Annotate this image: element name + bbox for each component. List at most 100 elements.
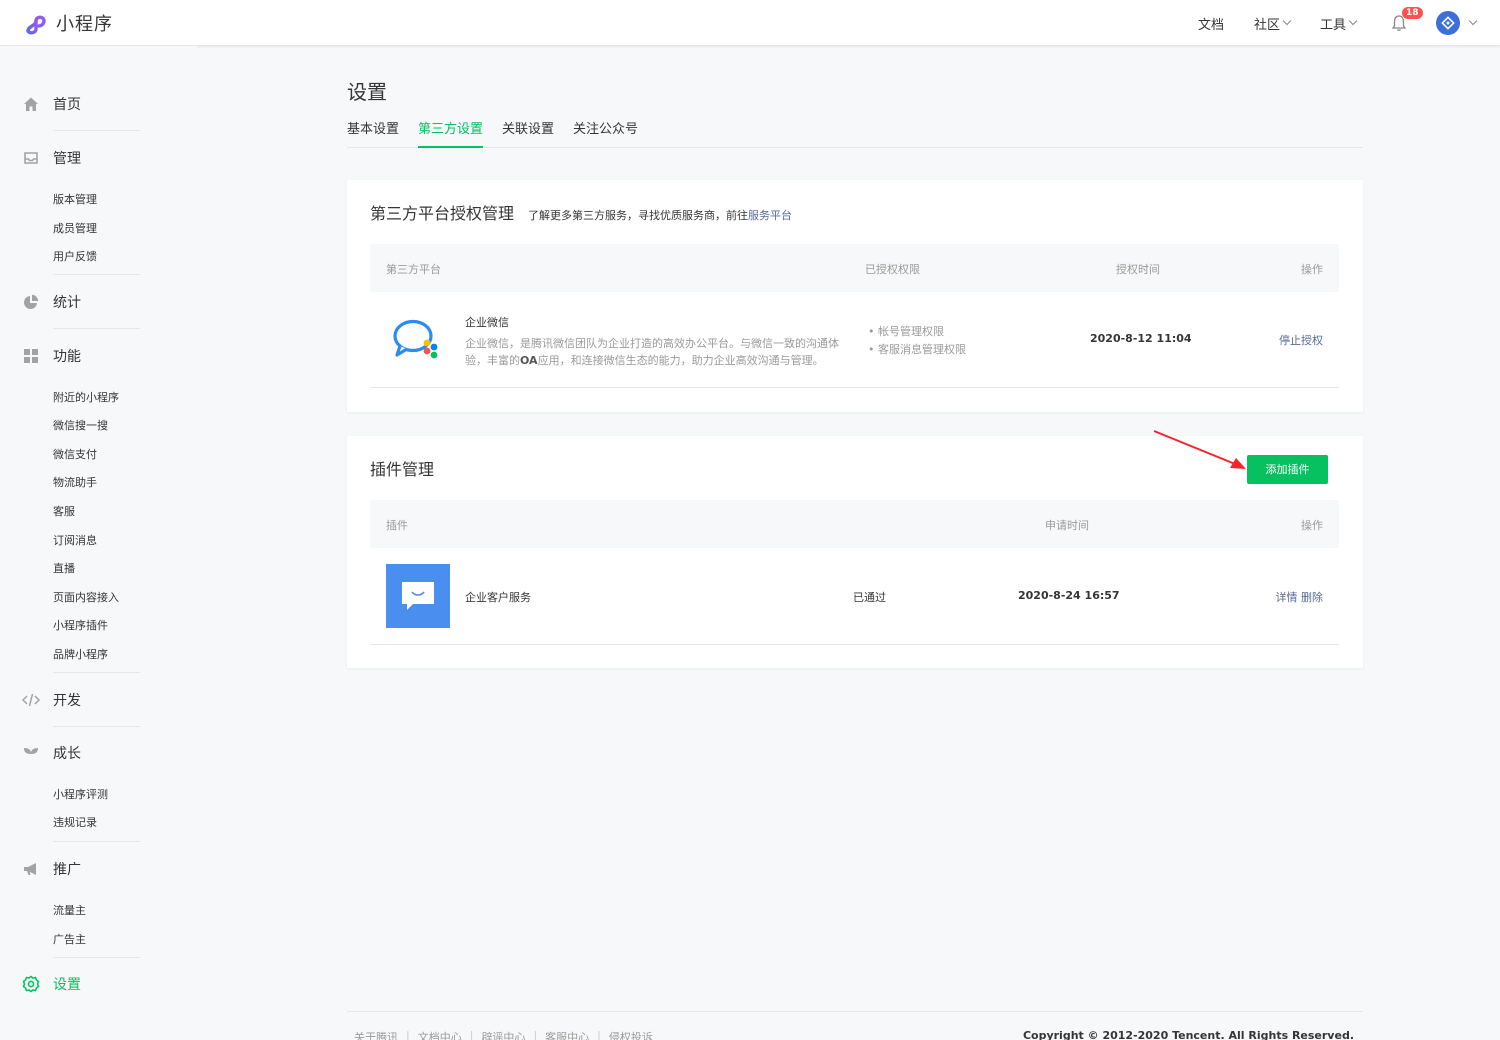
sidebar-item-home[interactable]: 首页 [22, 94, 140, 114]
table-row: 企业微信 企业微信，是腾讯微信团队为企业打造的高效办公平台。与微信一致的沟通体 … [370, 292, 1339, 388]
sidebar-item-violations[interactable]: 违规记录 [53, 814, 97, 830]
sidebar-item-plugins[interactable]: 小程序插件 [53, 617, 108, 633]
sidebar-item-label: 成长 [53, 746, 81, 762]
sidebar-item-label: 管理 [53, 151, 81, 167]
tab-third-party-settings[interactable]: 第三方设置 [418, 122, 484, 148]
third-party-card: 第三方平台授权管理 了解更多第三方服务，寻找优质服务商，前往服务平台 第三方平台… [347, 180, 1363, 412]
sidebar-item-logistics[interactable]: 物流助手 [53, 474, 97, 490]
description-text: 应用，和连接微信生态的能力，助力企业高效沟通与管理。 [537, 354, 824, 367]
apply-time: 2020-8-24 16:57 [1018, 589, 1120, 602]
footer-link-infringement[interactable]: 侵权投诉 [609, 1029, 653, 1040]
card-title: 插件管理 [370, 460, 435, 479]
column-header: 已授权权限 [865, 263, 920, 276]
chevron-down-icon [1282, 16, 1292, 26]
sidebar-item-user-feedback[interactable]: 用户反馈 [53, 248, 97, 264]
card-description-text: 了解更多第三方服务，寻找优质服务商，前往 [528, 209, 749, 222]
sidebar-item-manage[interactable]: 管理 [22, 148, 140, 168]
notification-badge: 18 [1402, 7, 1423, 19]
sidebar-item-pay[interactable]: 微信支付 [53, 446, 97, 462]
sidebar-item-customer-service[interactable]: 客服 [53, 503, 75, 519]
divider [53, 841, 140, 842]
column-header: 第三方平台 [386, 263, 441, 276]
column-header: 操作 [1301, 263, 1323, 276]
footer-link-support[interactable]: 客服中心 [545, 1029, 589, 1040]
sidebar-item-traffic-owner[interactable]: 流量主 [53, 902, 86, 918]
description-text: 验，丰富的 [465, 354, 520, 367]
footer-link-about[interactable]: 关于腾讯 [354, 1029, 398, 1040]
tab-basic-settings[interactable]: 基本设置 [347, 122, 399, 148]
sidebar-item-version-manage[interactable]: 版本管理 [53, 191, 97, 207]
chevron-down-icon [1348, 16, 1358, 26]
plugin-name: 企业客户服务 [465, 591, 531, 604]
sprout-icon [22, 744, 40, 762]
permission-label: 帐号管理权限 [878, 325, 944, 338]
footer-link-docs[interactable]: 文档中心 [418, 1029, 462, 1040]
permissions-list: • 帐号管理权限 • 客服消息管理权限 [868, 323, 966, 359]
top-nav: 文档 社区 工具 18 [1168, 0, 1478, 46]
pie-chart-icon [22, 293, 40, 311]
sidebar-item-search[interactable]: 微信搜一搜 [53, 417, 108, 433]
tab-follow-official-account[interactable]: 关注公众号 [573, 122, 638, 148]
sidebar-item-label: 开发 [53, 693, 81, 709]
service-platform-link[interactable]: 服务平台 [748, 209, 792, 222]
add-plugin-button[interactable]: 添加插件 [1247, 455, 1328, 484]
auth-time: 2020-8-12 11:04 [1090, 332, 1192, 345]
sidebar-item-brand[interactable]: 品牌小程序 [53, 646, 108, 662]
description-line: 企业微信，是腾讯微信团队为企业打造的高效办公平台。与微信一致的沟通体 [465, 337, 839, 350]
footer-links: 关于腾讯 | 文档中心 | 辟谣中心 | 客服中心 | 侵权投诉 [354, 1029, 661, 1040]
sidebar-item-review[interactable]: 小程序评测 [53, 786, 108, 802]
notification-button[interactable]: 18 [1390, 7, 1423, 32]
settings-tabs: 基本设置 第三方设置 关联设置 关注公众号 [347, 122, 1363, 148]
sidebar-item-advertiser[interactable]: 广告主 [53, 931, 86, 947]
avatar-menu-chevron-icon[interactable] [1468, 16, 1478, 26]
nav-community[interactable]: 社区 [1253, 14, 1292, 33]
sidebar-item-live[interactable]: 直播 [53, 560, 75, 576]
table-row: 企业客户服务 已通过 2020-8-24 16:57 详情 删除 [370, 548, 1339, 645]
sidebar-item-label: 功能 [53, 349, 81, 365]
column-header: 授权时间 [1116, 263, 1160, 276]
separator: | [597, 1029, 601, 1040]
table-header: 插件 申请时间 操作 [370, 500, 1339, 548]
sidebar-item-promote[interactable]: 推广 [22, 859, 140, 879]
nav-community-label: 社区 [1253, 17, 1280, 33]
mini-program-logo-icon [26, 15, 46, 35]
sidebar-item-member-manage[interactable]: 成员管理 [53, 220, 97, 236]
sidebar-item-label: 设置 [53, 977, 81, 993]
separator: | [406, 1029, 410, 1040]
avatar-logo-icon [1441, 16, 1455, 30]
stop-auth-link[interactable]: 停止授权 [1279, 332, 1323, 348]
table-header: 第三方平台 已授权权限 授权时间 操作 [370, 244, 1339, 292]
sidebar-item-settings[interactable]: 设置 [22, 974, 140, 994]
sidebar-nav: 首页 管理 版本管理 成员管理 用户反馈 统计 功能 附近的小程序 微信搜一搜 … [0, 46, 197, 1040]
gear-icon [22, 975, 40, 993]
inbox-icon [22, 149, 40, 167]
nav-tools[interactable]: 工具 [1320, 14, 1358, 33]
tab-association-settings[interactable]: 关联设置 [502, 122, 554, 148]
divider [53, 726, 140, 727]
sidebar-item-label: 首页 [53, 97, 81, 113]
nav-docs[interactable]: 文档 [1198, 14, 1224, 33]
platform-description: 企业微信，是腾讯微信团队为企业打造的高效办公平台。与微信一致的沟通体 验，丰富的… [465, 335, 855, 369]
app-name: 小程序 [56, 14, 113, 35]
platform-name: 企业微信 [465, 316, 509, 329]
detail-link[interactable]: 详情 [1276, 591, 1298, 604]
footer-link-rumor[interactable]: 辟谣中心 [481, 1029, 525, 1040]
divider [53, 672, 140, 673]
plugin-status: 已通过 [853, 591, 886, 604]
logo[interactable]: 小程序 [22, 9, 113, 37]
sidebar-item-develop[interactable]: 开发 [22, 690, 140, 710]
sidebar-item-nearby[interactable]: 附近的小程序 [53, 389, 119, 405]
megaphone-icon [22, 860, 40, 878]
sidebar-item-page-content[interactable]: 页面内容接入 [53, 589, 119, 605]
sidebar-item-growth[interactable]: 成长 [22, 743, 140, 763]
delete-link[interactable]: 删除 [1301, 591, 1323, 604]
avatar[interactable] [1436, 11, 1460, 35]
divider [53, 957, 140, 958]
sidebar-item-subscribe-msg[interactable]: 订阅消息 [53, 532, 97, 548]
sidebar-item-features[interactable]: 功能 [22, 346, 140, 366]
sidebar: 首页 管理 版本管理 成员管理 用户反馈 统计 功能 附近的小程序 微信搜一搜 … [0, 46, 197, 1040]
sidebar-item-stats[interactable]: 统计 [22, 292, 140, 312]
separator: | [533, 1029, 538, 1040]
sidebar-item-label: 推广 [53, 862, 81, 878]
column-header: 申请时间 [1045, 519, 1089, 532]
